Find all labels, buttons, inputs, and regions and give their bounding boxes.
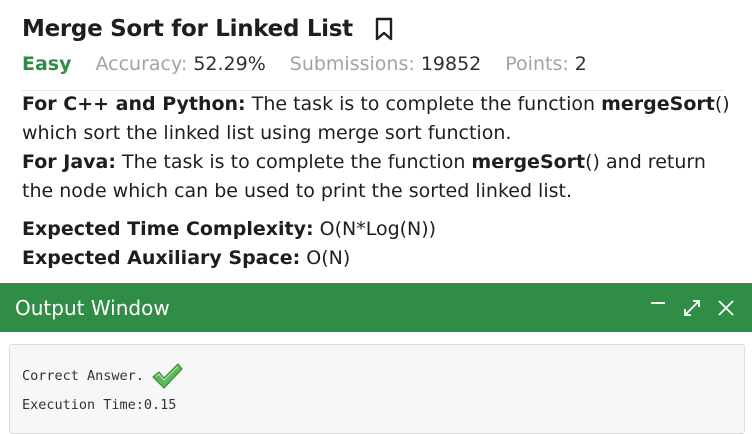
result-line: Correct Answer. — [22, 363, 732, 389]
output-window-header: Output Window — [0, 283, 752, 332]
submissions-label: Submissions: — [289, 53, 415, 75]
space-complexity: Expected Auxiliary Space: O(N) — [22, 244, 732, 273]
java-parens: () — [585, 151, 600, 173]
cpp-python-text-1: The task is to complete the function — [245, 93, 602, 115]
submissions-stat: Submissions: 19852 — [290, 53, 482, 75]
execution-time: Execution Time:0.15 — [22, 397, 177, 413]
submissions-value: 19852 — [420, 53, 482, 75]
problem-header: Merge Sort for Linked List — [22, 16, 395, 42]
window-controls — [646, 296, 738, 320]
accuracy-label: Accuracy: — [95, 53, 188, 75]
space-complexity-value: O(N) — [300, 247, 351, 269]
expand-icon[interactable] — [680, 296, 704, 320]
java-text-1: The task is to complete the function — [115, 151, 472, 173]
time-complexity-label: Expected Time Complexity: — [22, 218, 314, 240]
complexity-section: Expected Time Complexity: O(N*Log(N)) Ex… — [22, 215, 732, 273]
java-paragraph: For Java: The task is to complete the fu… — [22, 148, 732, 206]
close-icon[interactable] — [714, 296, 738, 320]
cpp-python-text-2: which sort the linked list using merge s… — [22, 122, 512, 144]
cpp-python-label: For C++ and Python: — [22, 93, 246, 115]
checkmark-icon — [150, 361, 184, 391]
time-complexity: Expected Time Complexity: O(N*Log(N)) — [22, 215, 732, 244]
difficulty-badge: Easy — [22, 53, 72, 75]
result-text: Correct Answer. — [22, 368, 144, 384]
accuracy-stat: Accuracy: 52.29% — [96, 53, 266, 75]
cpp-python-paragraph: For C++ and Python: The task is to compl… — [22, 90, 732, 148]
space-complexity-label: Expected Auxiliary Space: — [22, 247, 301, 269]
output-window-title: Output Window — [15, 295, 170, 320]
time-complexity-value: O(N*Log(N)) — [313, 218, 437, 240]
accuracy-value: 52.29% — [193, 53, 266, 75]
java-label: For Java: — [22, 151, 116, 173]
points-label: Points: — [505, 53, 569, 75]
output-console: Correct Answer. Execution Time:0.15 — [9, 344, 745, 434]
java-function-name: mergeSort — [471, 151, 586, 173]
minimize-icon[interactable] — [646, 296, 670, 320]
problem-title: Merge Sort for Linked List — [22, 16, 353, 42]
bookmark-icon[interactable] — [373, 16, 395, 42]
cpp-python-function-name: mergeSort — [601, 93, 715, 115]
points-stat: Points: 2 — [505, 53, 587, 75]
points-value: 2 — [574, 53, 587, 75]
cpp-python-parens: () — [714, 93, 730, 115]
problem-description: For C++ and Python: The task is to compl… — [22, 90, 732, 273]
problem-stats: Easy Accuracy: 52.29% Submissions: 19852… — [22, 53, 611, 75]
